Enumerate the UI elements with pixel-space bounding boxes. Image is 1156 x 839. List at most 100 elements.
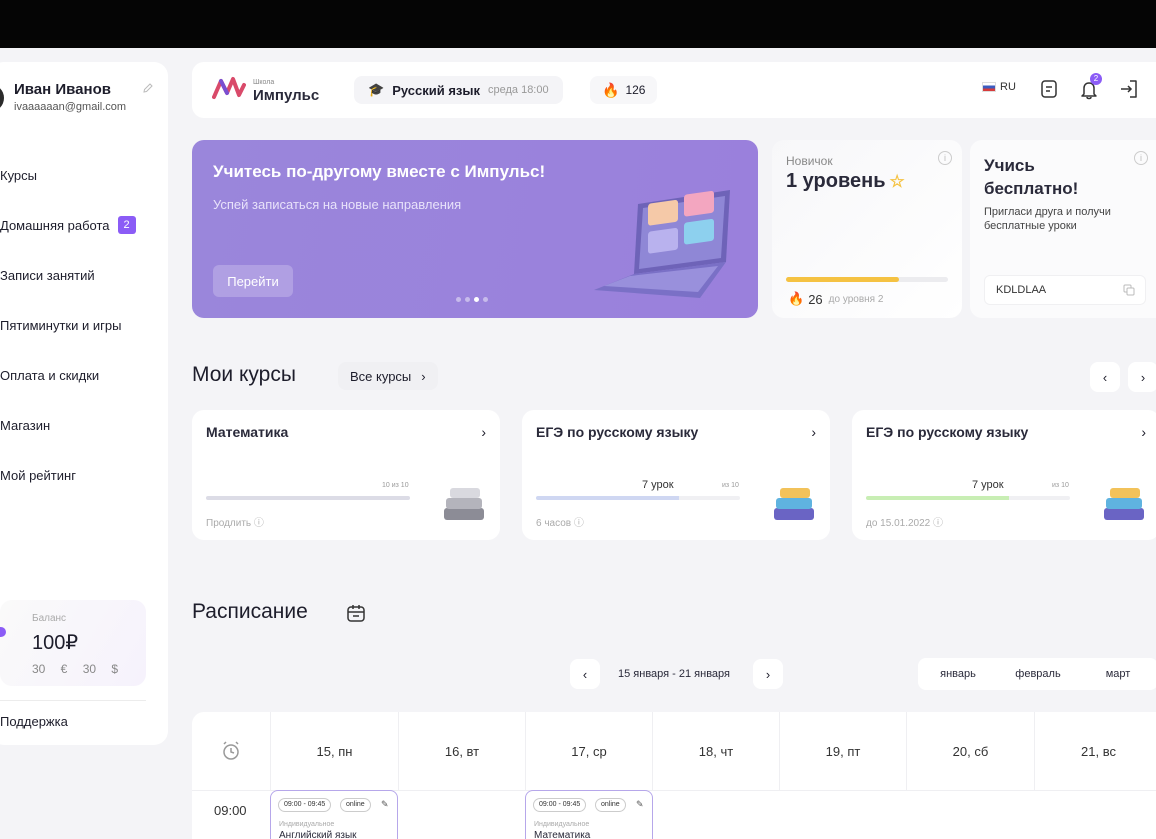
subject-selector[interactable]: 🎓 Русский язык среда 18:00: [354, 76, 563, 104]
chevron-left-icon: ‹: [582, 666, 588, 682]
day-header: 21, вс: [1034, 712, 1156, 790]
course-lesson: 7 урок: [642, 479, 674, 491]
course-card[interactable]: Математика › 10 из 10 Продлить ⓘ: [192, 410, 500, 540]
my-courses-title: Мои курсы: [192, 363, 296, 386]
sidebar-item-courses[interactable]: Курсы: [0, 150, 136, 200]
course-lesson-count: из 10: [1052, 482, 1069, 489]
course-progress-bar: [206, 496, 410, 500]
info-icon: ⓘ: [573, 518, 584, 529]
top-black-bar: [0, 0, 1156, 48]
course-progress-bar: [536, 496, 740, 500]
schedule-grid: 15, пн 16, вт 17, ср 18, чт 19, пт 20, с…: [192, 712, 1156, 839]
lesson-card[interactable]: 09:00 - 09:45 online ✎ Индивидуальное Ма…: [525, 790, 653, 839]
language-code: RU: [1000, 81, 1016, 93]
sidebar-item-homework[interactable]: Домашняя работа 2: [0, 200, 136, 250]
level-card[interactable]: Новичок 1 уровень ☆ i 🔥 26 до уровня 2: [772, 140, 962, 318]
info-icon: ⓘ: [933, 518, 944, 529]
lesson-card[interactable]: 09:00 - 09:45 online ✎ Индивидуальное Ан…: [270, 790, 398, 839]
pencil-icon[interactable]: ✎: [636, 799, 644, 810]
alarm-clock-icon: [223, 741, 239, 760]
level-progress-bar: [786, 277, 948, 282]
week-next-button[interactable]: ›: [753, 659, 783, 689]
lesson-subject: Математика: [534, 830, 591, 839]
sidebar-item-games[interactable]: Пятиминутки и игры: [0, 300, 136, 350]
invite-code-field[interactable]: KDLDLAA: [984, 275, 1146, 305]
pencil-icon[interactable]: ✎: [381, 799, 389, 810]
course-card[interactable]: ЕГЭ по русскому языку › 7 урок из 10 до …: [852, 410, 1156, 540]
tab-month-february[interactable]: февраль: [998, 668, 1078, 680]
chevron-right-icon: ›: [421, 368, 426, 384]
course-progress-bar: [866, 496, 1070, 500]
all-courses-button[interactable]: Все курсы ›: [338, 362, 438, 390]
invite-code: KDLDLAA: [996, 284, 1047, 296]
lesson-type: Индивидуальное: [534, 821, 590, 828]
logout-icon[interactable]: [1118, 78, 1140, 100]
subject-name: Русский язык: [392, 82, 480, 98]
notes-icon[interactable]: [1038, 78, 1060, 100]
subject-time: среда 18:00: [487, 84, 549, 96]
streak-counter[interactable]: 🔥 126: [590, 76, 658, 104]
avatar[interactable]: [0, 84, 4, 112]
info-icon[interactable]: i: [1134, 151, 1148, 165]
banner-go-button[interactable]: Перейти: [213, 265, 293, 297]
language-selector[interactable]: RU: [982, 81, 1016, 93]
russian-flag-icon: [982, 82, 996, 92]
courses-next-button[interactable]: ›: [1128, 362, 1156, 392]
course-title: ЕГЭ по русскому языку: [866, 424, 1029, 440]
lesson-type: Индивидуальное: [279, 821, 335, 828]
carousel-dot[interactable]: [456, 297, 461, 302]
time-slot-label: 09:00: [214, 803, 247, 818]
copy-icon[interactable]: [1123, 284, 1135, 296]
carousel-dots: [456, 297, 488, 302]
user-email: ivaaaaaan@gmail.com: [14, 101, 127, 113]
day-header: 18, чт: [652, 712, 779, 790]
course-lesson: 7 урок: [972, 479, 1004, 491]
bell-icon[interactable]: 2: [1078, 73, 1102, 100]
day-header: 19, пт: [779, 712, 906, 790]
course-lesson-count: 10 из 10: [382, 482, 409, 489]
banner-subtitle: Успей записаться на новые направления: [213, 197, 462, 212]
chevron-right-icon: ›: [1141, 424, 1146, 440]
course-footer[interactable]: Продлить ⓘ: [206, 514, 264, 529]
sidebar-item-recordings[interactable]: Записи занятий: [0, 250, 136, 300]
calendar-icon[interactable]: [345, 602, 367, 624]
balance-currencies: 30 € 30 $: [32, 662, 119, 676]
promo-banner[interactable]: Учитесь по-другому вместе с Импульс! Усп…: [192, 140, 758, 318]
books-icon: [1104, 488, 1144, 520]
graduation-cap-icon: 🎓: [368, 82, 385, 97]
course-footer: 6 часов ⓘ: [536, 518, 584, 529]
banner-title: Учитесь по-другому вместе с Импульс!: [213, 162, 546, 181]
info-icon[interactable]: i: [938, 151, 952, 165]
day-header: 20, сб: [906, 712, 1034, 790]
fire-icon: 🔥: [602, 81, 620, 98]
support-link[interactable]: Поддержка: [0, 714, 68, 729]
day-header: 15, пн: [270, 712, 398, 790]
star-icon: ☆: [889, 172, 905, 191]
sidebar-item-payment[interactable]: Оплата и скидки: [0, 350, 136, 400]
lesson-mode-badge: online: [595, 798, 626, 812]
sidebar: Иван Иванов ivaaaaaan@gmail.com Курсы До…: [0, 62, 168, 745]
books-icon: [444, 488, 484, 520]
carousel-dot-active[interactable]: [474, 297, 479, 302]
tab-month-march[interactable]: март: [1078, 668, 1156, 680]
week-prev-button[interactable]: ‹: [570, 659, 600, 689]
course-card[interactable]: ЕГЭ по русскому языку › 7 урок из 10 6 ч…: [522, 410, 830, 540]
sidebar-item-shop[interactable]: Магазин: [0, 400, 136, 450]
day-header: 17, ср: [525, 712, 652, 790]
sidebar-nav: Курсы Домашняя работа 2 Записи занятий Пя…: [0, 150, 136, 500]
sidebar-item-rating[interactable]: Мой рейтинг: [0, 450, 136, 500]
level-rank: Новичок: [786, 154, 833, 168]
invite-card: Учись бесплатно! i Пригласи друга и полу…: [970, 140, 1156, 318]
balance-value: 100₽: [32, 632, 79, 654]
tab-month-january[interactable]: январь: [918, 668, 998, 680]
pencil-icon[interactable]: [142, 82, 156, 96]
chevron-left-icon: ‹: [1102, 369, 1108, 385]
carousel-dot[interactable]: [465, 297, 470, 302]
balance-card[interactable]: Баланс 100₽ 30 € 30 $: [0, 600, 146, 686]
courses-prev-button[interactable]: ‹: [1090, 362, 1120, 392]
lesson-time: 09:00 - 09:45: [533, 798, 587, 812]
course-footer: до 15.01.2022 ⓘ: [866, 518, 944, 529]
lesson-time: 09:00 - 09:45: [278, 798, 332, 812]
carousel-dot[interactable]: [483, 297, 488, 302]
chevron-right-icon: ›: [765, 666, 771, 682]
